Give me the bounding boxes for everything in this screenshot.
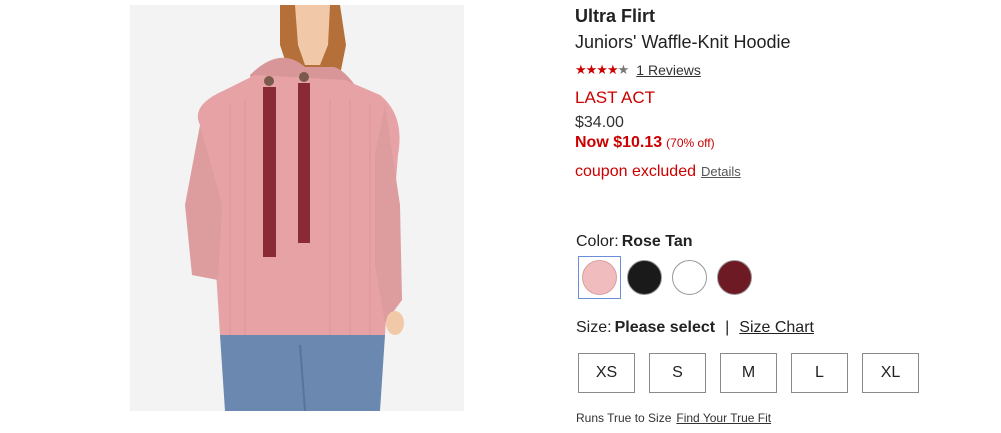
size-button-xs[interactable]: XS xyxy=(578,353,635,393)
size-options: XS S M L XL xyxy=(578,353,933,393)
size-chart-link[interactable]: Size Chart xyxy=(739,319,814,336)
fit-text: Runs True to Size xyxy=(576,411,672,425)
rating-row: ★★★★★ 1 Reviews xyxy=(575,62,701,78)
sale-price-row: Now $10.13 (70% off) xyxy=(575,134,715,152)
size-label-row: Size: Please select | Size Chart xyxy=(576,319,814,337)
reviews-link[interactable]: 1 Reviews xyxy=(636,62,701,78)
color-chip xyxy=(582,260,617,295)
selected-color-name: Rose Tan xyxy=(621,233,693,250)
separator: | xyxy=(725,319,730,336)
color-chip xyxy=(672,260,707,295)
color-label: Color: xyxy=(576,233,619,250)
coupon-details-link[interactable]: Details xyxy=(701,164,741,179)
true-fit-row: Runs True to Size Find Your True Fit xyxy=(576,411,771,425)
color-chip xyxy=(717,260,752,295)
color-swatch-burgundy[interactable] xyxy=(713,256,756,299)
color-label-row: Color: Rose Tan xyxy=(576,233,693,251)
size-button-l[interactable]: L xyxy=(791,353,848,393)
coupon-excluded-text: coupon excluded xyxy=(575,163,696,180)
size-button-xl[interactable]: XL xyxy=(862,353,919,393)
hoodie-model-photo xyxy=(130,5,464,411)
true-fit-link[interactable]: Find Your True Fit xyxy=(676,411,771,425)
selected-size: Please select xyxy=(614,319,716,336)
product-name: Juniors' Waffle-Knit Hoodie xyxy=(575,32,791,52)
star-rating: ★★★★★ xyxy=(575,62,630,78)
color-swatches xyxy=(578,256,758,299)
size-button-m[interactable]: M xyxy=(720,353,777,393)
star-icon: ★★★★ xyxy=(575,62,619,77)
discount-percent: (70% off) xyxy=(666,136,715,150)
half-star-icon: ★ xyxy=(617,62,630,77)
color-swatch-rose-tan[interactable] xyxy=(578,256,621,299)
event-badge: LAST ACT xyxy=(575,88,655,107)
coupon-row: coupon excluded Details xyxy=(575,163,741,181)
size-label: Size: xyxy=(576,319,612,336)
original-price: $34.00 xyxy=(575,114,624,131)
color-chip xyxy=(627,260,662,295)
color-swatch-black[interactable] xyxy=(623,256,666,299)
size-button-s[interactable]: S xyxy=(649,353,706,393)
product-image[interactable] xyxy=(130,5,464,411)
brand-name[interactable]: Ultra Flirt xyxy=(575,6,655,27)
sale-price: Now $10.13 xyxy=(575,134,663,151)
color-swatch-white[interactable] xyxy=(668,256,711,299)
